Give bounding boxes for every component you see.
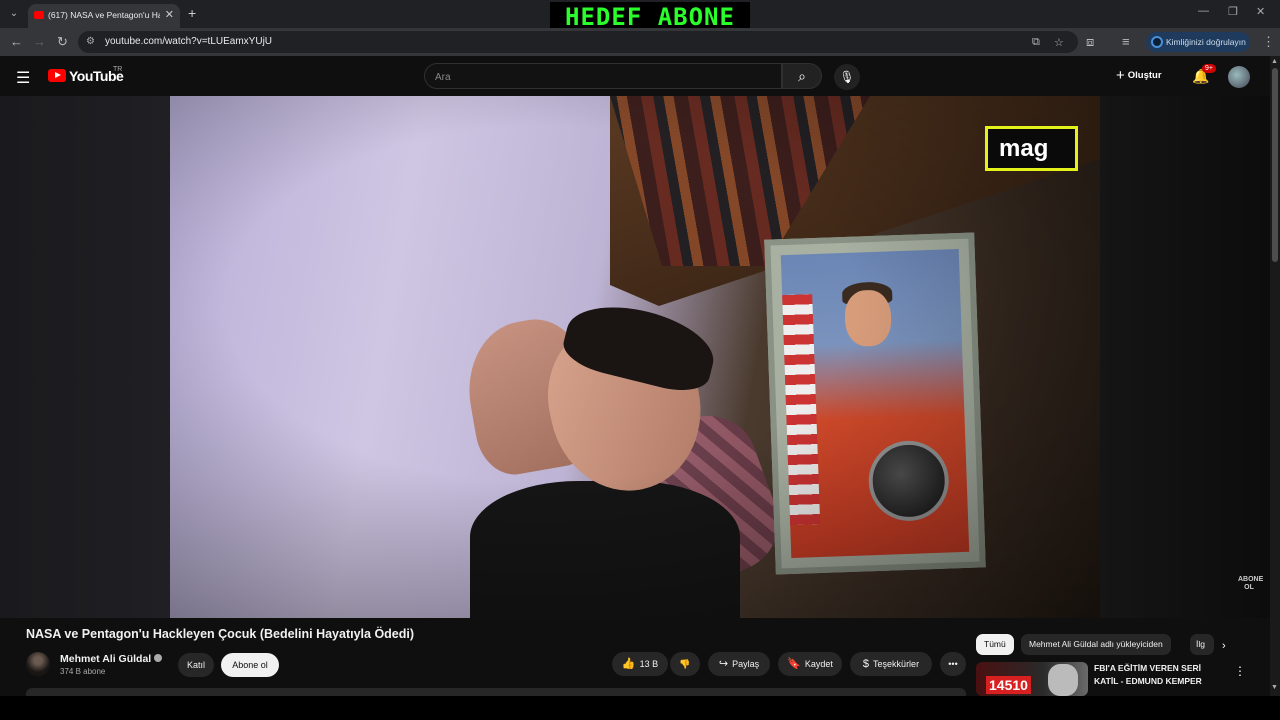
scrollbar-thumb[interactable] <box>1272 68 1278 262</box>
voice-search-button[interactable]: 🎙 <box>834 64 860 90</box>
hamburger-menu-icon[interactable]: ☰ <box>16 68 30 88</box>
microphone-icon: 🎙 <box>839 70 855 84</box>
forward-icon[interactable]: → <box>33 34 46 49</box>
subscriber-count: 374 B abone <box>60 667 106 676</box>
window-close-icon[interactable]: ✕ <box>1256 5 1265 18</box>
user-avatar[interactable] <box>1228 66 1250 88</box>
subscribe-watermark[interactable]: ABONE OL <box>1238 576 1263 592</box>
verify-identity-button[interactable]: Kimliğinizi doğrulayın <box>1146 32 1250 52</box>
save-label: Kaydet <box>804 659 833 669</box>
search-button[interactable]: ⌕ <box>782 63 822 89</box>
more-actions-button[interactable]: ••• <box>940 652 966 676</box>
tab-search-chevron-icon[interactable]: ⌄ <box>4 5 24 23</box>
youtube-header: ☰ YouTube TR ⌕ 🎙 +Oluştur 🔔 9+ <box>0 56 1270 96</box>
minimize-icon[interactable]: — <box>1198 5 1209 17</box>
more-horizontal-icon: ••• <box>948 659 958 669</box>
install-app-icon[interactable]: ⧉ <box>1032 36 1040 49</box>
omnibox[interactable]: ⚙ youtube.com/watch?v=tLUEamxYUjU ⧉ ☆ <box>78 31 1078 53</box>
search-icon: ⌕ <box>798 68 806 84</box>
join-button[interactable]: Katıl <box>178 653 214 677</box>
tab-close-icon[interactable]: ✕ <box>165 8 174 21</box>
notification-badge: 9+ <box>1202 64 1216 73</box>
site-info-icon[interactable]: ⚙ <box>86 36 98 48</box>
bookmark-star-icon[interactable]: ☆ <box>1054 36 1064 49</box>
youtube-logo-icon[interactable] <box>48 69 66 82</box>
thumbnail-number: 14510 <box>986 676 1031 694</box>
share-icon: ↪ <box>718 658 729 670</box>
scroll-up-arrow-icon[interactable]: ▲ <box>1271 58 1278 65</box>
description-box[interactable] <box>26 688 966 696</box>
video-caption-overlay: mag <box>985 126 1078 171</box>
restore-icon[interactable]: ❐ <box>1228 5 1238 18</box>
recommendation-thumbnail[interactable]: 14510 <box>976 662 1088 696</box>
extensions-icon[interactable]: ⧈ <box>1086 34 1094 50</box>
verify-identity-label: Kimliğinizi doğrulayın <box>1166 37 1246 47</box>
browser-menu-icon[interactable]: ⋮ <box>1262 34 1275 50</box>
search-input[interactable] <box>435 69 765 85</box>
page-scrollbar[interactable]: ▲ ▼ <box>1270 56 1280 696</box>
channel-avatar[interactable] <box>26 652 50 676</box>
recommendation-title[interactable]: FBI'A EĞİTİM VEREN SERİ KATİL - EDMUND K… <box>1094 662 1214 688</box>
address-toolbar: ← → ↻ ⚙ youtube.com/watch?v=tLUEamxYUjU … <box>0 28 1280 56</box>
channel-name[interactable]: Mehmet Ali Güldal <box>60 653 151 665</box>
chip-all[interactable]: Tümü <box>976 634 1014 655</box>
like-button[interactable]: 👍 13 B <box>612 652 668 676</box>
subscribe-button[interactable]: Abone ol <box>221 653 279 677</box>
verified-check-icon <box>154 654 163 662</box>
like-count: 13 B <box>639 659 659 669</box>
new-tab-button[interactable]: + <box>188 5 196 21</box>
create-button[interactable]: + Oluştur <box>1116 64 1162 88</box>
share-button[interactable]: ↪ Paylaş <box>708 652 770 676</box>
dislike-button[interactable]: 👎 <box>670 652 700 676</box>
back-icon[interactable]: ← <box>10 34 23 49</box>
thanks-button[interactable]: $ Teşekkürler <box>850 652 932 676</box>
bottom-bar <box>0 696 1280 720</box>
super-thanks-icon: $ <box>862 658 870 670</box>
bookmark-icon: 🔖 <box>787 658 801 670</box>
video-frame[interactable] <box>170 96 1100 618</box>
scroll-down-arrow-icon[interactable]: ▼ <box>1271 684 1278 691</box>
profile-dot-icon <box>1151 36 1163 48</box>
country-code: TR <box>113 66 123 73</box>
thumbs-down-icon: 👎 <box>679 659 691 669</box>
thumbs-up-icon: 👍 <box>621 658 636 670</box>
url-text[interactable]: youtube.com/watch?v=tLUEamxYUjU <box>105 36 272 47</box>
recommendation-more-icon[interactable]: ⋮ <box>1234 664 1246 678</box>
video-player[interactable] <box>0 96 1270 618</box>
browser-tab[interactable]: (617) NASA ve Pentagon'u Hackl ✕ <box>28 4 180 28</box>
chip-related[interactable]: İlg <box>1190 634 1214 655</box>
youtube-favicon-icon <box>34 11 44 19</box>
media-controls-icon[interactable]: ≡ <box>1122 34 1130 49</box>
thanks-label: Teşekkürler <box>873 659 920 669</box>
tab-title: (617) NASA ve Pentagon'u Hackl <box>48 10 160 20</box>
channel-name-row[interactable]: Mehmet Ali Güldal <box>60 653 163 665</box>
chip-from-uploader[interactable]: Mehmet Ali Güldal adlı yükleyiciden <box>1021 634 1171 655</box>
plus-icon: + <box>1116 67 1125 84</box>
player-letterbox-left <box>0 96 170 618</box>
create-label: Oluştur <box>1127 70 1162 81</box>
chip-next-arrow-icon[interactable]: › <box>1222 640 1226 652</box>
save-button[interactable]: 🔖 Kaydet <box>778 652 842 676</box>
video-title: NASA ve Pentagon'u Hackleyen Çocuk (Bede… <box>26 627 415 641</box>
share-label: Paylaş <box>732 659 760 669</box>
search-box[interactable] <box>424 63 782 89</box>
reload-icon[interactable]: ↻ <box>57 34 68 50</box>
player-letterbox-right <box>1100 96 1270 618</box>
